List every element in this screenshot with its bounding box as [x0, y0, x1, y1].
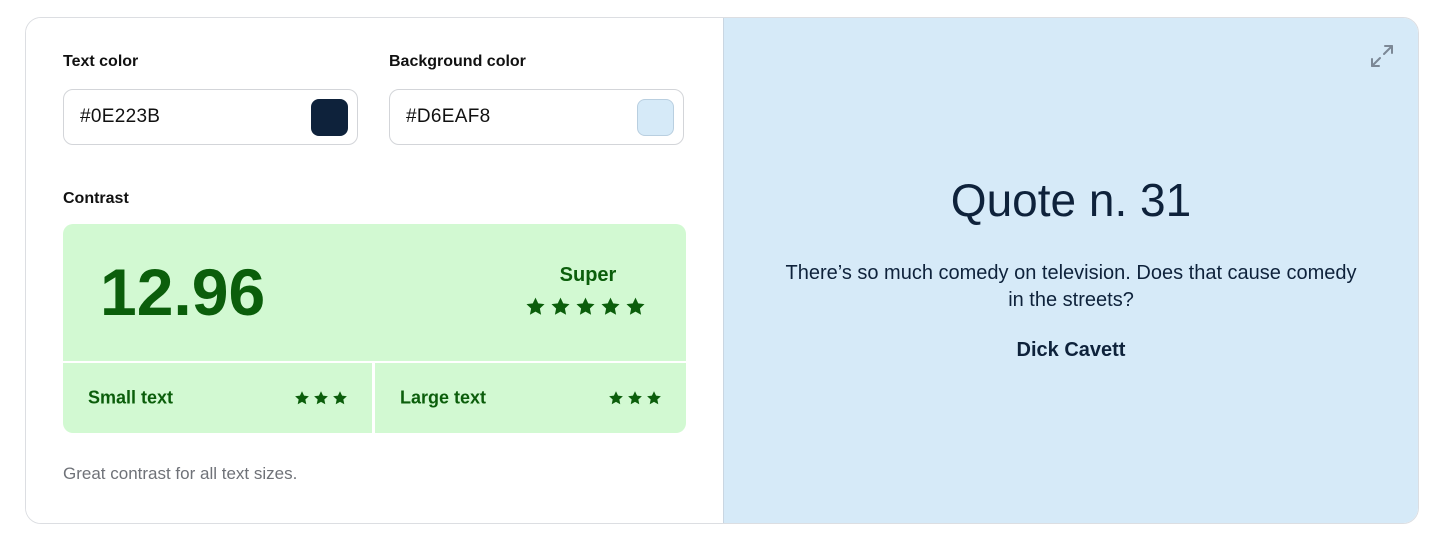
star-icon	[525, 296, 546, 317]
star-icon	[313, 390, 329, 406]
small-text-rating: Small text	[63, 363, 372, 433]
small-text-stars	[294, 390, 348, 406]
text-color-swatch[interactable]	[311, 99, 348, 136]
contrast-checker-card: Text color #0E223B Background color #D6E…	[25, 17, 1419, 524]
star-icon	[608, 390, 624, 406]
background-color-value[interactable]: #D6EAF8	[406, 106, 490, 128]
star-icon	[332, 390, 348, 406]
background-color-swatch[interactable]	[637, 99, 674, 136]
star-icon	[625, 296, 646, 317]
quote-author: Dick Cavett	[1016, 339, 1126, 361]
rating-label: Super	[559, 264, 617, 286]
star-icon	[646, 390, 662, 406]
expand-icon[interactable]	[1369, 43, 1395, 69]
quote-text: There’s so much comedy on television. Do…	[785, 262, 1357, 311]
text-color-label: Text color	[63, 53, 139, 70]
large-text-stars	[608, 390, 662, 406]
small-text-label: Small text	[88, 387, 174, 408]
preview-panel: Quote n. 31 There’s so much comedy on te…	[723, 18, 1418, 523]
star-icon	[627, 390, 643, 406]
star-icon	[294, 390, 310, 406]
rating-stars	[525, 296, 646, 317]
large-text-label: Large text	[400, 387, 487, 408]
star-icon	[575, 296, 596, 317]
contrast-ratio-panel: 12.96 Super	[63, 224, 686, 361]
contrast-result: 12.96 Super Small text Large text	[63, 224, 686, 433]
controls-panel: Text color #0E223B Background color #D6E…	[26, 18, 723, 523]
star-icon	[600, 296, 621, 317]
contrast-label: Contrast	[63, 190, 129, 207]
star-icon	[550, 296, 571, 317]
text-color-input[interactable]: #0E223B	[63, 89, 358, 145]
background-color-label: Background color	[389, 53, 526, 70]
expand-button[interactable]	[1369, 43, 1395, 69]
contrast-summary: Great contrast for all text sizes.	[63, 464, 298, 483]
large-text-rating: Large text	[375, 363, 686, 433]
quote-title: Quote n. 31	[950, 174, 1192, 226]
background-color-input[interactable]: #D6EAF8	[389, 89, 684, 145]
text-color-value[interactable]: #0E223B	[80, 106, 160, 128]
contrast-ratio-value: 12.96	[100, 255, 266, 329]
